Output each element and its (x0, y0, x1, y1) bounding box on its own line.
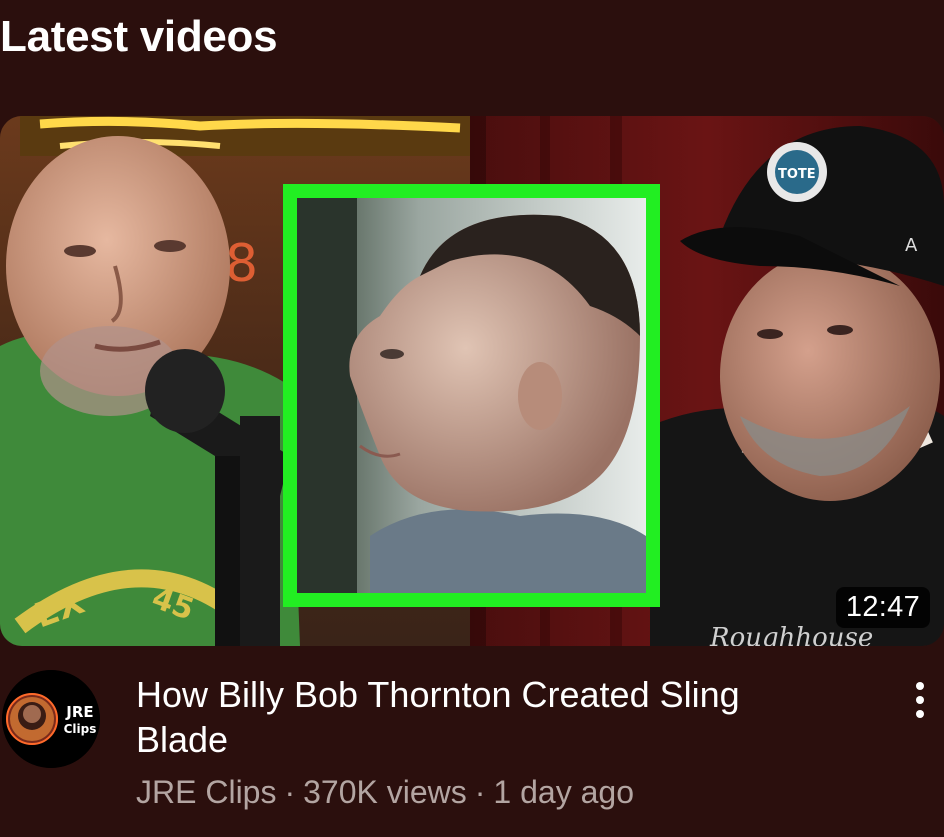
video-thumbnail[interactable]: 8 EX 45 TOTE A Roughhouse 12:47 (0, 116, 944, 646)
view-count: 370K views (303, 774, 467, 810)
video-metadata: JRE Clips · 370K views · 1 day ago (136, 774, 634, 811)
jre-clips-logo: JRE Clips (2, 670, 100, 768)
channel-avatar[interactable]: JRE Clips (2, 670, 100, 768)
thumbnail-image: 8 EX 45 TOTE A Roughhouse (0, 116, 944, 646)
channel-name[interactable]: JRE Clips (136, 774, 276, 810)
section-title: Latest videos (0, 12, 278, 61)
svg-text:TOTE: TOTE (778, 167, 816, 182)
upload-age: 1 day ago (493, 774, 634, 810)
svg-text:A: A (905, 235, 918, 256)
more-options-button[interactable] (898, 678, 942, 722)
video-title[interactable]: How Billy Bob Thornton Created Sling Bla… (136, 672, 836, 762)
vertical-ellipsis-icon (916, 682, 924, 718)
meta-separator: · (474, 774, 486, 810)
svg-text:Clips: Clips (64, 722, 97, 736)
svg-text:JRE: JRE (65, 703, 93, 721)
video-card[interactable]: 8 EX 45 TOTE A Roughhouse 12:47 JRE Clip… (0, 116, 944, 837)
duration-badge: 12:47 (835, 587, 930, 628)
meta-separator: · (284, 774, 296, 810)
